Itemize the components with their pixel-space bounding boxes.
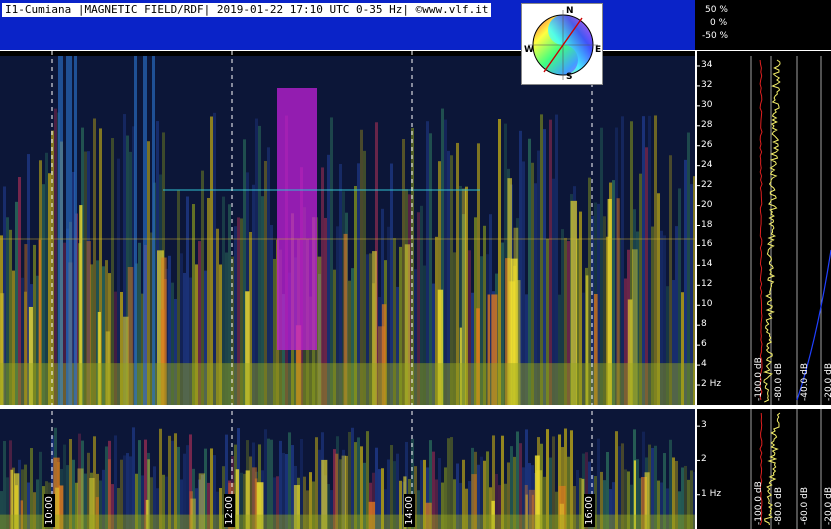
upper-spectrogram-magenta-band bbox=[277, 88, 317, 350]
lower-freq-tick-label: 1 Hz bbox=[701, 488, 722, 499]
compass-south: S bbox=[566, 72, 573, 82]
upper-spectrogram-noise-column bbox=[210, 116, 213, 405]
upper-spectrogram-noise-column bbox=[540, 114, 543, 405]
upper-freq-tick-label: 10 bbox=[701, 299, 713, 310]
spectrum-upper-db-label: -80.0 dB bbox=[774, 362, 784, 401]
upper-freq-tick-label: 18 bbox=[701, 219, 713, 230]
compass-rose-icon bbox=[528, 10, 598, 80]
upper-freq-tick-label: 20 bbox=[701, 199, 713, 210]
upper-spectrogram-noise-column bbox=[54, 108, 57, 406]
upper-spectrogram-noise-column bbox=[621, 116, 624, 405]
upper-freq-tick-label: 28 bbox=[701, 119, 713, 130]
time-tick-label: 14:00 bbox=[404, 494, 415, 527]
lower-freq-tick-label: 3 bbox=[701, 420, 707, 431]
lower-spectrogram-noise-column bbox=[615, 431, 618, 529]
upper-spectrogram-noise-column bbox=[93, 118, 96, 405]
amplitude-label-minus-50: -50 % bbox=[702, 31, 729, 41]
spectrum-lower-db-label: -20.0 dB bbox=[824, 486, 831, 525]
upper-spectrogram-cyan-line bbox=[74, 56, 77, 405]
lower-spectrogram-noise-column bbox=[264, 429, 267, 529]
upper-freq-tick-label: 16 bbox=[701, 239, 713, 250]
lower-spectrogram-noise-column bbox=[288, 432, 291, 529]
panel-separator bbox=[0, 405, 831, 409]
vlf-spectrogram-window: I1-Cumiana |MAGNETIC FIELD/RDF| 2019-01-… bbox=[0, 0, 831, 529]
upper-spectrogram-noise-column bbox=[498, 118, 501, 406]
upper-spectrogram-noise-column bbox=[654, 115, 657, 406]
upper-spectrogram-noise-column bbox=[255, 118, 258, 406]
spectrum-upper-db-label: -20.0 dB bbox=[824, 362, 831, 401]
upper-spectrogram-cyan-line bbox=[58, 56, 63, 405]
upper-freq-tick-label: 34 bbox=[701, 59, 713, 70]
axis-separator bbox=[695, 51, 697, 529]
spectrum-upper-db-label: -100.0 dB bbox=[754, 357, 764, 401]
lower-spectrogram-noise-column bbox=[159, 428, 162, 529]
upper-spectrogram-cyan-line bbox=[143, 56, 147, 405]
spectrum-lower-db-label: -100.0 dB bbox=[754, 481, 764, 525]
spectrum-lower-db-label: -80.0 dB bbox=[774, 486, 784, 525]
upper-freq-tick-label: 26 bbox=[701, 139, 713, 150]
lower-spectrogram-noise-column bbox=[348, 431, 351, 529]
upper-spectrogram-noise-column bbox=[213, 112, 216, 406]
upper-freq-tick-label: 2 Hz bbox=[701, 379, 722, 390]
upper-spectrogram-noise-column bbox=[555, 114, 558, 406]
lower-spectrogram-noise-column bbox=[546, 429, 549, 529]
upper-freq-tick-label: 30 bbox=[701, 99, 713, 110]
upper-spectrogram-cyan-line bbox=[134, 56, 137, 405]
compass-north: N bbox=[566, 6, 574, 16]
lower-spectrogram-noise-column bbox=[570, 430, 573, 529]
upper-spectrogram-cyan-line bbox=[66, 56, 72, 405]
upper-freq-tick-label: 24 bbox=[701, 159, 713, 170]
amplitude-label-50: 50 % bbox=[705, 5, 728, 15]
amplitude-label-0: 0 % bbox=[710, 18, 728, 28]
upper-freq-tick-label: 12 bbox=[701, 279, 713, 290]
page-title: I1-Cumiana |MAGNETIC FIELD/RDF| 2019-01-… bbox=[2, 3, 492, 17]
time-tick-label: 12:00 bbox=[224, 494, 235, 527]
upper-spectrogram-noise-column bbox=[549, 119, 552, 406]
lower-freq-tick-label: 2 bbox=[701, 454, 707, 465]
lower-spectrogram-noise-column bbox=[366, 431, 369, 529]
upper-freq-tick-label: 8 bbox=[701, 319, 707, 330]
upper-spectrogram-noise-column bbox=[330, 117, 333, 406]
rdf-compass: N S E W bbox=[521, 3, 603, 85]
compass-east: E bbox=[595, 45, 602, 55]
upper-spectrogram-noise-column bbox=[642, 116, 645, 406]
upper-freq-tick-label: 14 bbox=[701, 259, 713, 270]
upper-spectrogram-cyan-line bbox=[152, 56, 155, 405]
upper-freq-tick-label: 22 bbox=[701, 179, 713, 190]
lower-spectrogram-noise-column bbox=[351, 427, 354, 529]
time-tick-label: 10:00 bbox=[44, 494, 55, 527]
upper-spectrogram-floor bbox=[0, 363, 695, 405]
upper-freq-tick-label: 6 bbox=[701, 339, 707, 350]
spectrum-lower-db-label: -60.0 dB bbox=[800, 486, 810, 525]
lower-spectrogram-noise-column bbox=[132, 427, 135, 529]
upper-freq-tick-label: 4 bbox=[701, 359, 707, 370]
spectrum-upper-db-label: -40.0 dB bbox=[800, 362, 810, 401]
compass-west: W bbox=[524, 45, 534, 55]
lower-spectrogram-noise-column bbox=[516, 431, 519, 529]
upper-freq-tick-label: 32 bbox=[701, 79, 713, 90]
upper-spectrogram-noise-column bbox=[444, 119, 447, 405]
upper-spectrogram-noise-column bbox=[426, 121, 429, 405]
time-tick-label: 16:00 bbox=[584, 494, 595, 527]
upper-spectrogram-noise-column bbox=[648, 115, 651, 405]
